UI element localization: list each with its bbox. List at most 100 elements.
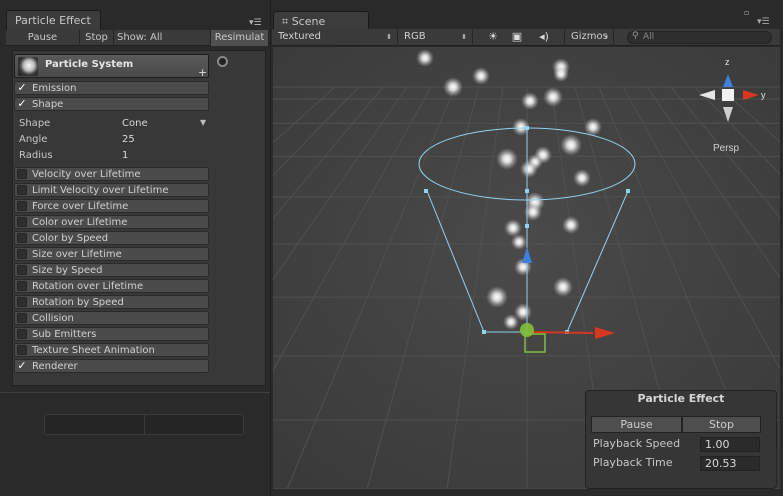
audio-toggle-icon[interactable]: ◂): [534, 29, 554, 46]
dropdown-arrow-icon: ▾: [604, 33, 608, 41]
module-row-emission[interactable]: ✓ Emission: [14, 81, 209, 95]
particle: [560, 134, 582, 156]
module-checkbox[interactable]: [17, 297, 27, 307]
scene-search-input[interactable]: ⚲ All: [627, 31, 772, 44]
image-effects-icon[interactable]: ▣: [507, 29, 527, 46]
module-row-collision[interactable]: Collision: [14, 311, 209, 325]
gizmo-z-label: z: [725, 57, 730, 67]
module-checkbox[interactable]: ✓: [17, 98, 27, 109]
module-label: Rotation over Lifetime: [32, 281, 144, 292]
module-checkbox[interactable]: [17, 313, 27, 323]
module-row-shape[interactable]: ✓ Shape: [14, 97, 209, 111]
playback-speed-field[interactable]: 1.00: [700, 437, 760, 452]
particle: [511, 234, 527, 250]
module-label: Collision: [32, 313, 74, 324]
color-mode-label: RGB: [404, 31, 426, 42]
module-checkbox[interactable]: [17, 201, 27, 211]
module-checkbox[interactable]: [17, 345, 27, 355]
module-label: Sub Emitters: [32, 329, 97, 340]
cone-handle-left[interactable]: [424, 189, 428, 193]
cone-handle-top[interactable]: [525, 126, 529, 130]
particle: [486, 286, 508, 308]
module-checkbox[interactable]: [17, 217, 27, 227]
x-axis-handle[interactable]: [526, 331, 594, 334]
module-checkbox[interactable]: [17, 233, 27, 243]
particle: [472, 67, 490, 85]
tab-scene[interactable]: ⌗ Scene: [273, 11, 369, 31]
projection-label[interactable]: Persp: [713, 143, 740, 154]
module-checkbox[interactable]: ✓: [17, 82, 27, 93]
module-row-size-by-speed[interactable]: Size by Speed: [14, 263, 209, 277]
gizmos-dropdown[interactable]: Gizmos ▾: [564, 29, 614, 46]
left-tab-bar: Particle Effect ▾☰: [0, 8, 270, 30]
window-maximize-icon[interactable]: ▫: [744, 8, 749, 17]
stop-button[interactable]: Stop: [80, 30, 114, 46]
cone-handle-right[interactable]: [626, 189, 630, 193]
module-row-limit-velocity-over-lifetime[interactable]: Limit Velocity over Lifetime: [14, 183, 209, 197]
pause-button[interactable]: Pause: [6, 30, 80, 46]
render-mode-dropdown[interactable]: Textured ⬍: [272, 29, 398, 46]
tab-particle-effect[interactable]: Particle Effect: [6, 10, 101, 30]
playback-speed-label: Playback Speed: [593, 437, 681, 450]
curve-editor-area: [0, 392, 270, 496]
particle-system-header[interactable]: Particle System +: [14, 54, 209, 79]
gizmo-center-cube[interactable]: [722, 89, 734, 101]
module-checkbox[interactable]: [17, 329, 27, 339]
module-checkbox[interactable]: [17, 185, 27, 195]
particle-effect-overlay: Particle Effect Pause Stop Playback Spee…: [585, 390, 777, 489]
playback-time-field[interactable]: 20.53: [700, 456, 760, 471]
overlay-stop-button[interactable]: Stop: [682, 416, 761, 433]
particle: [553, 66, 569, 82]
panel-menu-icon[interactable]: ▾☰: [249, 18, 262, 28]
particle: [416, 49, 434, 67]
overlay-pause-button[interactable]: Pause: [591, 416, 682, 433]
search-placeholder: All: [643, 32, 655, 42]
angle-prop-field[interactable]: 25: [122, 134, 135, 145]
particle: [543, 87, 563, 107]
particle: [443, 77, 463, 97]
module-row-force-over-lifetime[interactable]: Force over Lifetime: [14, 199, 209, 213]
module-checkbox[interactable]: ✓: [17, 360, 27, 371]
module-checkbox[interactable]: [17, 249, 27, 259]
cone-handle-base-left[interactable]: [482, 330, 486, 334]
module-label: Texture Sheet Animation: [32, 345, 155, 356]
radius-prop-label: Radius: [19, 150, 53, 161]
overlay-title: Particle Effect: [637, 392, 725, 405]
particle-system-title: Particle System: [45, 59, 134, 70]
module-row-rotation-by-speed[interactable]: Rotation by Speed: [14, 295, 209, 309]
dropdown-arrow-icon[interactable]: ▼: [200, 118, 206, 127]
lighting-toggle-icon[interactable]: ☀: [483, 29, 503, 46]
module-row-rotation-over-lifetime[interactable]: Rotation over Lifetime: [14, 279, 209, 293]
module-checkbox[interactable]: [17, 281, 27, 291]
radius-prop-field[interactable]: 1: [122, 150, 128, 161]
module-row-renderer[interactable]: ✓ Renderer: [14, 359, 209, 373]
gizmo-y-label: y: [761, 90, 766, 100]
updown-arrow-icon: ⬍: [461, 33, 467, 41]
add-module-icon[interactable]: +: [198, 66, 207, 79]
scene-grid-icon: ⌗: [282, 15, 289, 28]
module-row-texture-sheet-animation[interactable]: Texture Sheet Animation: [14, 343, 209, 357]
show-filter-dropdown[interactable]: Show: All: [114, 30, 211, 46]
gear-icon[interactable]: [217, 56, 228, 67]
module-row-sub-emitters[interactable]: Sub Emitters: [14, 327, 209, 341]
cone-handle-lower[interactable]: [525, 224, 529, 228]
scene-menu-icon[interactable]: ▾☰: [757, 17, 770, 27]
particle: [573, 169, 591, 187]
module-label: Emission: [32, 83, 77, 94]
module-row-size-over-lifetime[interactable]: Size over Lifetime: [14, 247, 209, 261]
module-row-color-by-speed[interactable]: Color by Speed: [14, 231, 209, 245]
module-checkbox[interactable]: [17, 265, 27, 275]
module-checkbox[interactable]: [17, 169, 27, 179]
color-mode-dropdown[interactable]: RGB ⬍: [398, 29, 473, 46]
module-row-velocity-over-lifetime[interactable]: Velocity over Lifetime: [14, 167, 209, 181]
shape-prop-dropdown[interactable]: Cone: [122, 118, 148, 129]
resimulate-button[interactable]: Resimulat: [211, 30, 269, 46]
module-row-color-over-lifetime[interactable]: Color over Lifetime: [14, 215, 209, 229]
y-axis-handle[interactable]: [520, 323, 534, 337]
module-label: Renderer: [32, 361, 78, 372]
module-label: Force over Lifetime: [32, 201, 129, 212]
tab-particle-effect-label: Particle Effect: [15, 14, 91, 27]
render-mode-label: Textured: [278, 31, 321, 42]
cone-handle-mid[interactable]: [525, 189, 529, 193]
module-label: Limit Velocity over Lifetime: [32, 185, 169, 196]
